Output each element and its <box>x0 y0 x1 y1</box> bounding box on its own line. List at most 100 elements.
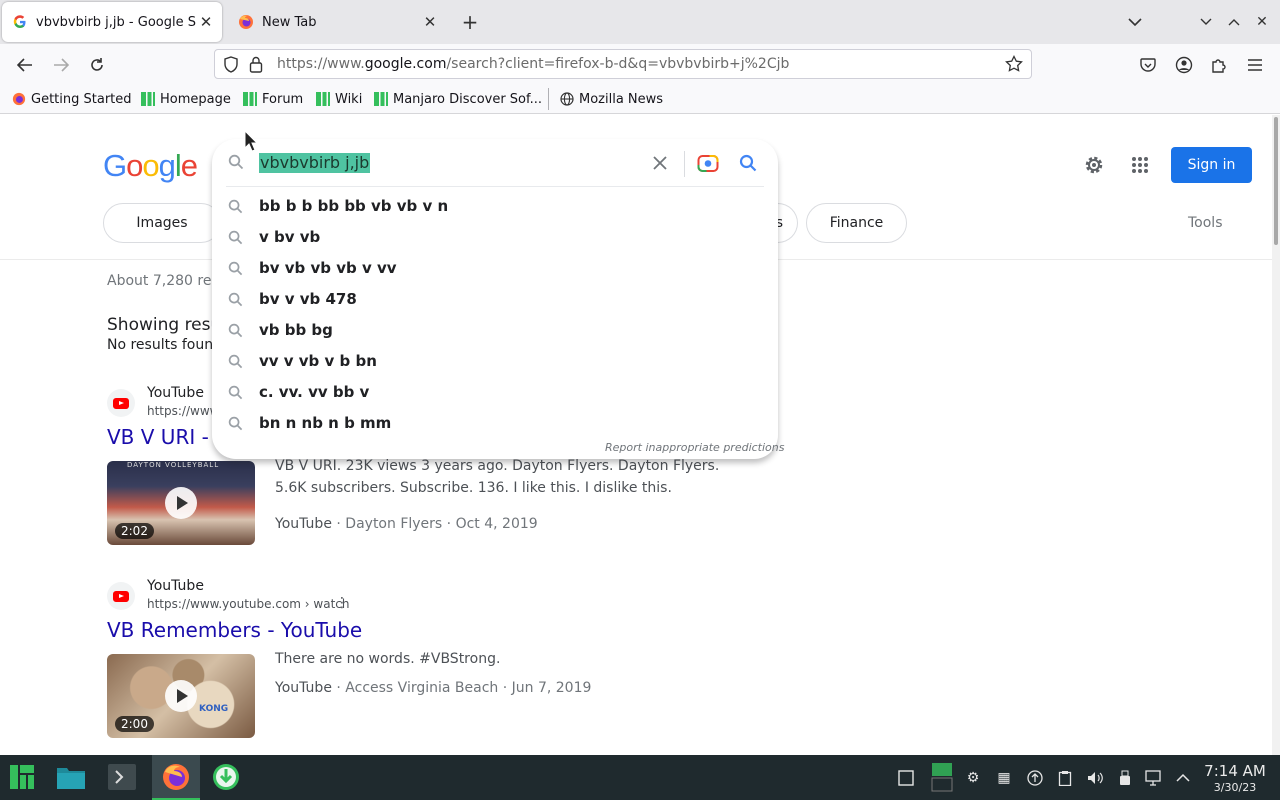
manjaro-icon <box>141 92 155 106</box>
search-icon <box>228 230 243 249</box>
download-update-icon[interactable] <box>210 761 242 793</box>
desktop-pager-icon[interactable] <box>930 761 954 793</box>
bookmark-mozilla-news[interactable]: Mozilla News <box>560 90 663 108</box>
suggestion-item[interactable]: v bv vb <box>212 222 778 253</box>
clock-time: 7:14 AM <box>1204 762 1266 780</box>
result-meta: YouTube · Dayton Flyers · Oct 4, 2019 <box>275 516 538 532</box>
bookmark-manjaro-discover[interactable]: Manjaro Discover Sof... <box>374 90 542 108</box>
pocket-icon[interactable] <box>1135 52 1161 78</box>
search-icon <box>228 323 243 342</box>
navigation-toolbar: https://www.google.com/search?client=fir… <box>0 44 1280 84</box>
divider <box>684 151 685 177</box>
suggestion-item[interactable]: bv vb vb vb v vv <box>212 253 778 284</box>
suggestion-item[interactable]: bb b b bb bb vb vb v n <box>212 191 778 222</box>
no-results-text: No results found <box>107 337 222 353</box>
mouse-cursor-icon <box>244 129 259 156</box>
reload-button[interactable] <box>84 52 110 78</box>
more-options-icon[interactable]: ⋮ <box>335 595 349 611</box>
new-tab-button[interactable]: + <box>458 10 482 34</box>
tools-button[interactable]: Tools <box>1188 215 1223 231</box>
tray-expand-chevron-icon[interactable] <box>1173 768 1193 788</box>
network-icon[interactable] <box>1144 768 1164 788</box>
suggestion-text: c. vv. vv bb v <box>259 383 370 401</box>
usb-devices-icon[interactable] <box>1115 768 1135 788</box>
search-input[interactable]: vbvbvbirb j,jb <box>259 153 371 173</box>
terminal-icon[interactable] <box>106 761 138 793</box>
search-suggestions-popup: vbvbvbirb j,jb bb b b bb bb vb vb v n v … <box>212 139 784 459</box>
search-submit-icon[interactable] <box>736 151 760 175</box>
globe-icon <box>560 92 574 106</box>
list-all-tabs-icon[interactable] <box>1123 10 1147 34</box>
result-source[interactable]: YouTube https://www.youtube.com › watch … <box>107 578 807 614</box>
google-lens-camera-icon[interactable] <box>696 151 720 175</box>
youtube-icon <box>107 582 135 610</box>
video-duration: 2:00 <box>115 716 154 732</box>
firefox-icon <box>238 14 254 30</box>
bookmark-separator <box>548 88 549 110</box>
report-predictions-link[interactable]: Report inappropriate predictions <box>605 441 784 454</box>
chip-finance[interactable]: Finance <box>806 203 907 243</box>
clipboard-icon[interactable] <box>1055 768 1075 788</box>
bookmark-forum[interactable]: Forum <box>243 90 303 108</box>
lock-icon[interactable] <box>249 56 263 77</box>
maximize-button[interactable] <box>1222 10 1246 34</box>
google-apps-grid-icon[interactable] <box>1126 151 1154 179</box>
menu-icon[interactable] <box>1242 52 1268 78</box>
sign-in-button[interactable]: Sign in <box>1171 147 1252 183</box>
chip-images[interactable]: Images <box>103 203 221 243</box>
window-close-button[interactable]: ✕ <box>1250 10 1274 34</box>
suggestion-item[interactable]: c. vv. vv bb v <box>212 377 778 408</box>
back-button[interactable] <box>12 52 38 78</box>
bookmark-label: Wiki <box>335 91 363 107</box>
updates-icon[interactable] <box>1025 768 1045 788</box>
suggestion-item[interactable]: vv v vb v b bn <box>212 346 778 377</box>
close-tab-icon[interactable]: ✕ <box>196 12 216 32</box>
minimize-button[interactable] <box>1194 10 1218 34</box>
settings-gear-icon[interactable] <box>1080 151 1108 179</box>
bookmark-label: Getting Started <box>31 91 132 107</box>
shield-icon[interactable] <box>223 56 239 77</box>
search-result: YouTube https://www.youtube.com › watch … <box>107 578 807 738</box>
scrollbar-thumb[interactable] <box>1274 117 1278 245</box>
search-box[interactable]: vbvbvbirb j,jb <box>212 139 778 187</box>
file-manager-icon[interactable] <box>55 761 87 793</box>
kde-connect-icon[interactable]: ⚙ <box>963 768 983 788</box>
address-bar[interactable]: https://www.google.com/search?client=fir… <box>214 49 1032 79</box>
suggestion-item[interactable]: vb bb bg <box>212 315 778 346</box>
source-url: https://www.youtube.com › watch <box>147 597 350 611</box>
suggestion-text: bb b b bb bb vb vb v n <box>259 197 449 215</box>
suggestion-text: vb bb bg <box>259 321 333 339</box>
clear-search-icon[interactable] <box>648 151 672 175</box>
bookmark-label: Forum <box>262 91 304 107</box>
show-desktop-icon[interactable] <box>896 768 916 788</box>
bookmark-label: Mozilla News <box>579 91 664 107</box>
bookmark-star-icon[interactable] <box>1005 55 1023 77</box>
google-logo[interactable]: Google <box>103 148 198 184</box>
tab-title: New Tab <box>262 14 317 30</box>
manjaro-menu-icon[interactable] <box>6 761 38 793</box>
bookmark-wiki[interactable]: Wiki <box>316 90 362 108</box>
tab-new-tab[interactable]: New Tab ✕ <box>228 2 446 42</box>
bookmark-homepage[interactable]: Homepage <box>141 90 231 108</box>
volume-icon[interactable] <box>1085 768 1105 788</box>
extensions-icon[interactable] <box>1206 52 1232 78</box>
tab-strip: vbvbvbirb j,jb - Google Sea ✕ New Tab ✕ … <box>0 0 1280 44</box>
suggestion-item[interactable]: bv v vb 478 <box>212 284 778 315</box>
clipboard-grid-icon[interactable]: ▦ <box>994 768 1014 788</box>
tab-google-search[interactable]: vbvbvbirb j,jb - Google Sea ✕ <box>2 2 222 42</box>
thumbnail-caption: DAYTON VOLLEYBALL <box>127 461 220 469</box>
suggestion-text: bn n nb n b mm <box>259 414 392 432</box>
suggestion-item[interactable]: bn n nb n b mm <box>212 408 778 439</box>
account-icon[interactable] <box>1171 52 1197 78</box>
search-icon <box>228 385 243 404</box>
bookmark-getting-started[interactable]: Getting Started <box>12 90 132 108</box>
url-text: https://www.google.com/search?client=fir… <box>277 56 790 72</box>
forward-button[interactable] <box>48 52 74 78</box>
video-thumbnail[interactable]: KONG 2:00 <box>107 654 255 738</box>
close-tab-icon[interactable]: ✕ <box>420 12 440 32</box>
result-title-link[interactable]: VB Remembers - YouTube <box>107 618 807 642</box>
system-clock[interactable]: 7:14 AM 3/30/23 <box>1200 762 1270 794</box>
page-scrollbar[interactable] <box>1272 115 1280 755</box>
video-thumbnail[interactable]: DAYTON VOLLEYBALL 2:02 <box>107 461 255 545</box>
firefox-icon[interactable] <box>160 761 192 793</box>
